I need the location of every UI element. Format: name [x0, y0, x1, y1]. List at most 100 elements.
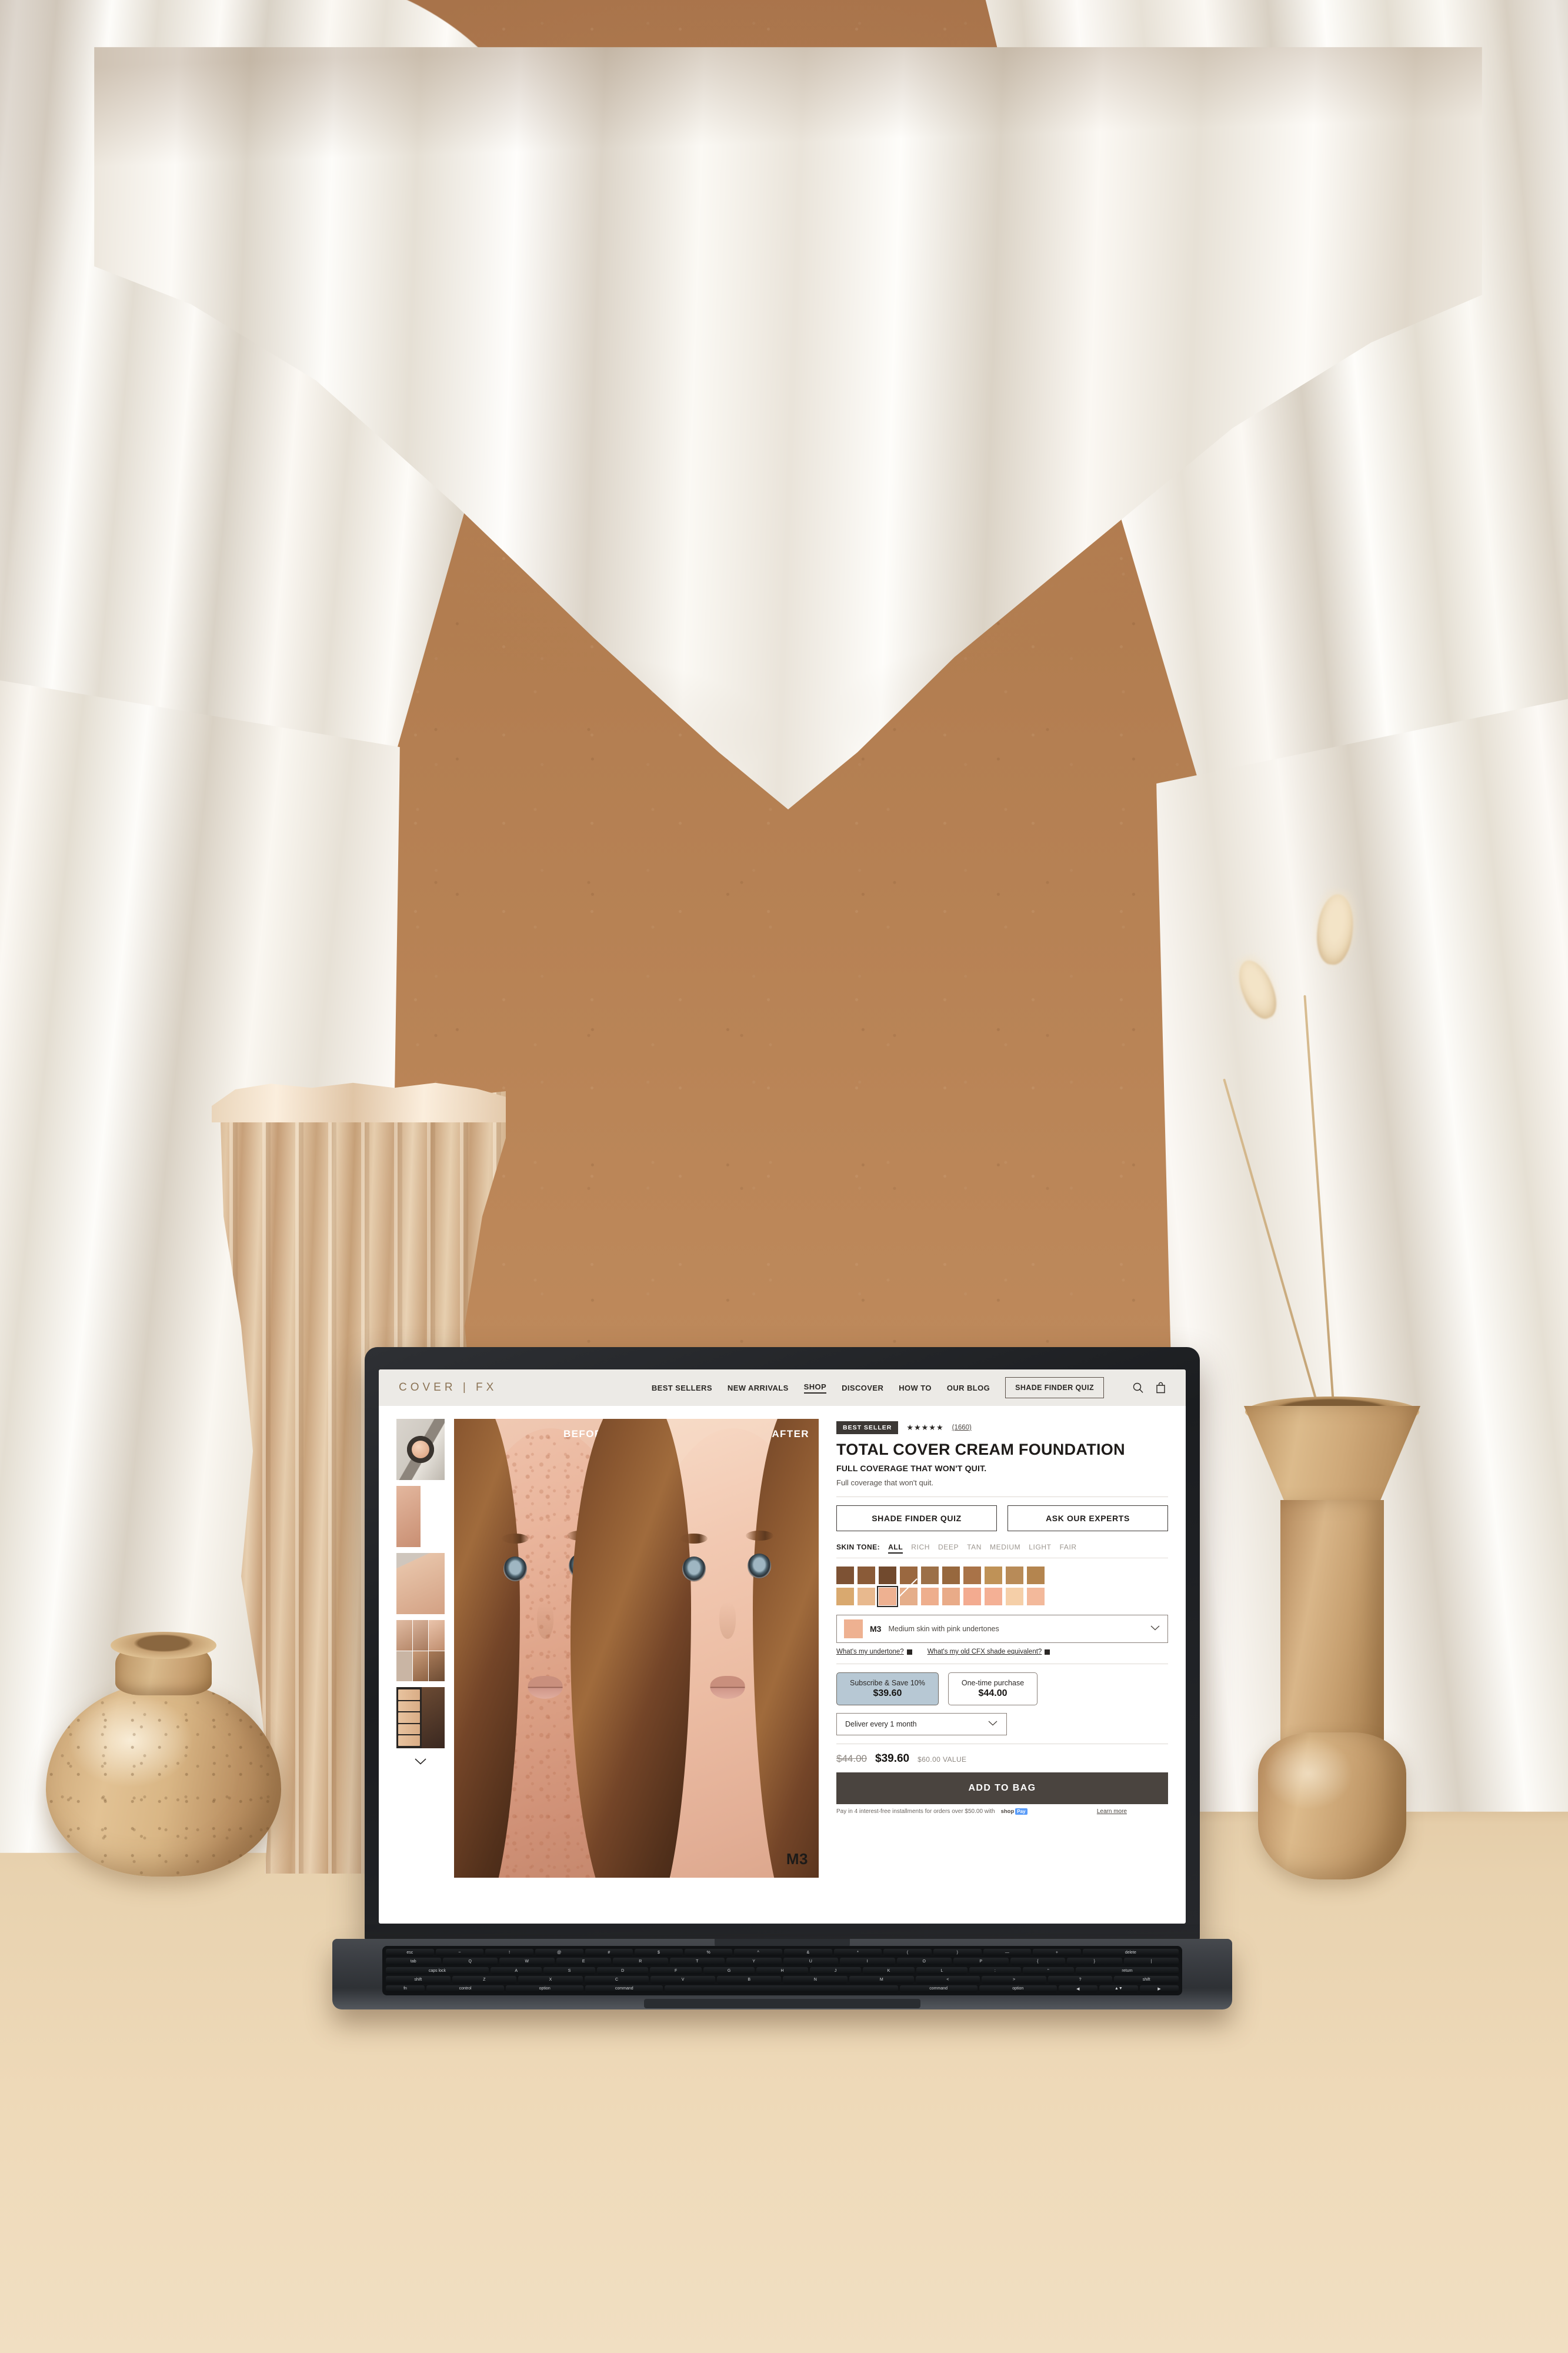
shade-swatch[interactable]	[1027, 1588, 1045, 1606]
keyboard-key[interactable]: Z	[452, 1976, 517, 1984]
keyboard-key[interactable]	[665, 1985, 898, 1993]
skin-tone-fair[interactable]: FAIR	[1060, 1543, 1077, 1551]
skin-tone-rich[interactable]: RICH	[911, 1543, 930, 1551]
keyboard-key[interactable]: E	[556, 1958, 611, 1965]
keyboard-key[interactable]: $	[635, 1949, 683, 1957]
skin-tone-tan[interactable]: TAN	[967, 1543, 982, 1551]
brand-logo[interactable]: COVER | FX	[399, 1381, 497, 1394]
keyboard-key[interactable]: J	[809, 1967, 862, 1975]
keyboard-key[interactable]: N	[783, 1976, 848, 1984]
shade-swatch[interactable]	[942, 1567, 960, 1585]
keyboard-key[interactable]: X	[518, 1976, 583, 1984]
shade-selector-dropdown[interactable]: M3 Medium skin with pink undertones	[836, 1615, 1168, 1644]
skin-tone-light[interactable]: LIGHT	[1029, 1543, 1051, 1551]
nav-item-shop[interactable]: SHOP	[803, 1382, 827, 1394]
keyboard-key[interactable]: fn	[386, 1985, 425, 1993]
keyboard-key[interactable]: <	[915, 1976, 980, 1984]
learn-more-link[interactable]: Learn more	[1097, 1808, 1127, 1815]
nav-item-new-arrivals[interactable]: NEW ARRIVALS	[728, 1384, 789, 1392]
shade-swatch[interactable]	[985, 1567, 1002, 1585]
gallery-thumbnail[interactable]	[396, 1687, 445, 1748]
keyboard-key[interactable]: O	[896, 1958, 952, 1965]
keyboard-key[interactable]: H	[756, 1967, 808, 1975]
one-time-purchase-option[interactable]: One-time purchase $44.00	[948, 1672, 1038, 1706]
shade-swatch[interactable]	[921, 1588, 939, 1606]
gallery-thumbnail[interactable]	[396, 1620, 445, 1681]
keyboard-key[interactable]: return	[1076, 1967, 1179, 1975]
keyboard-key[interactable]: ~	[435, 1949, 484, 1957]
keyboard-key[interactable]: delete	[1082, 1949, 1179, 1957]
keyboard-key[interactable]: Y	[726, 1958, 782, 1965]
nav-item-best-sellers[interactable]: BEST SELLERS	[652, 1384, 712, 1392]
shade-swatch[interactable]	[879, 1567, 896, 1585]
skin-tone-medium[interactable]: MEDIUM	[990, 1543, 1020, 1551]
keyboard-key[interactable]: ◀	[1058, 1985, 1097, 1993]
gallery-thumbnail[interactable]	[396, 1486, 445, 1547]
keyboard-key[interactable]: ▲▼	[1099, 1985, 1138, 1993]
shopping-bag-icon[interactable]	[1156, 1382, 1166, 1394]
search-icon[interactable]	[1132, 1382, 1144, 1394]
keyboard-key[interactable]: {	[1010, 1958, 1065, 1965]
keyboard-key[interactable]: |	[1123, 1958, 1179, 1965]
shade-swatch[interactable]	[836, 1588, 854, 1606]
keyboard-key[interactable]: (	[883, 1949, 932, 1957]
nav-item-how-to[interactable]: HOW TO	[899, 1384, 932, 1392]
keyboard-key[interactable]: :	[969, 1967, 1021, 1975]
keyboard-key[interactable]: #	[585, 1949, 633, 1957]
keyboard-key[interactable]: ?	[1047, 1976, 1113, 1984]
laptop-trackpad[interactable]	[644, 1999, 920, 2008]
keyboard-key[interactable]: caps lock	[386, 1967, 489, 1975]
shade-swatch[interactable]	[877, 1586, 898, 1608]
keyboard-key[interactable]: I	[840, 1958, 895, 1965]
keyboard-key[interactable]: P	[953, 1958, 1009, 1965]
cfx-equivalent-help-link[interactable]: What's my old CFX shade equivalent?	[928, 1648, 1050, 1655]
laptop-keyboard[interactable]: esc ~! @ # $% ^ & *() — + delete tab Q W E R T Y U I O P{} | ca…	[382, 1946, 1182, 1995]
shade-swatch[interactable]	[858, 1567, 875, 1585]
keyboard-key[interactable]: >	[982, 1976, 1046, 1984]
keyboard-key[interactable]: R	[613, 1958, 668, 1965]
keyboard-key[interactable]: B	[716, 1976, 782, 1984]
skin-tone-deep[interactable]: DEEP	[938, 1543, 959, 1551]
keyboard-key[interactable]: +	[1033, 1949, 1081, 1957]
keyboard-key[interactable]: tab	[386, 1958, 441, 1965]
keyboard-key[interactable]: shift	[1114, 1976, 1179, 1984]
nav-shade-finder-quiz-button[interactable]: SHADE FINDER QUIZ	[1005, 1377, 1104, 1398]
keyboard-key[interactable]: &	[784, 1949, 832, 1957]
shade-swatch[interactable]	[858, 1588, 875, 1606]
keyboard-key[interactable]: ▶	[1139, 1985, 1179, 1993]
keyboard-key[interactable]: %	[684, 1949, 733, 1957]
gallery-next-chevron-down-icon[interactable]	[414, 1758, 427, 1768]
nav-item-discover[interactable]: DISCOVER	[842, 1384, 883, 1392]
shade-finder-quiz-button[interactable]: SHADE FINDER QUIZ	[836, 1505, 997, 1532]
subscribe-and-save-option[interactable]: Subscribe & Save 10% $39.60	[836, 1672, 939, 1706]
keyboard-key[interactable]: command	[585, 1985, 663, 1993]
keyboard-key[interactable]: S	[543, 1967, 595, 1975]
keyboard-key[interactable]: *	[833, 1949, 882, 1957]
review-count-link[interactable]: (1660)	[952, 1424, 972, 1431]
keyboard-key[interactable]: esc	[386, 1949, 434, 1957]
shade-swatch[interactable]	[1006, 1588, 1023, 1606]
shade-swatch[interactable]	[942, 1588, 960, 1606]
keyboard-key[interactable]: }	[1067, 1958, 1122, 1965]
keyboard-key[interactable]: control	[426, 1985, 505, 1993]
undertone-help-link[interactable]: What's my undertone?	[836, 1648, 912, 1655]
keyboard-key[interactable]: U	[783, 1958, 838, 1965]
keyboard-key[interactable]: W	[499, 1958, 555, 1965]
shade-swatch[interactable]	[836, 1567, 854, 1585]
keyboard-key[interactable]: D	[596, 1967, 649, 1975]
shade-swatch[interactable]	[921, 1567, 939, 1585]
keyboard-key[interactable]: command	[899, 1985, 978, 1993]
shade-swatch[interactable]	[963, 1588, 981, 1606]
nav-item-our-blog[interactable]: OUR BLOG	[947, 1384, 990, 1392]
ask-our-experts-button[interactable]: ASK OUR EXPERTS	[1007, 1505, 1168, 1532]
keyboard-key[interactable]: @	[535, 1949, 583, 1957]
hero-before-after-image[interactable]: BEFORE AFTER M3	[454, 1419, 819, 1878]
keyboard-key[interactable]: L	[916, 1967, 968, 1975]
keyboard-key[interactable]: V	[650, 1976, 715, 1984]
shade-swatch[interactable]	[1027, 1567, 1045, 1585]
keyboard-key[interactable]: M	[849, 1976, 914, 1984]
keyboard-key[interactable]: option	[506, 1985, 584, 1993]
shade-swatch[interactable]	[963, 1567, 981, 1585]
keyboard-key[interactable]: C	[584, 1976, 649, 1984]
keyboard-key[interactable]: option	[979, 1985, 1057, 1993]
